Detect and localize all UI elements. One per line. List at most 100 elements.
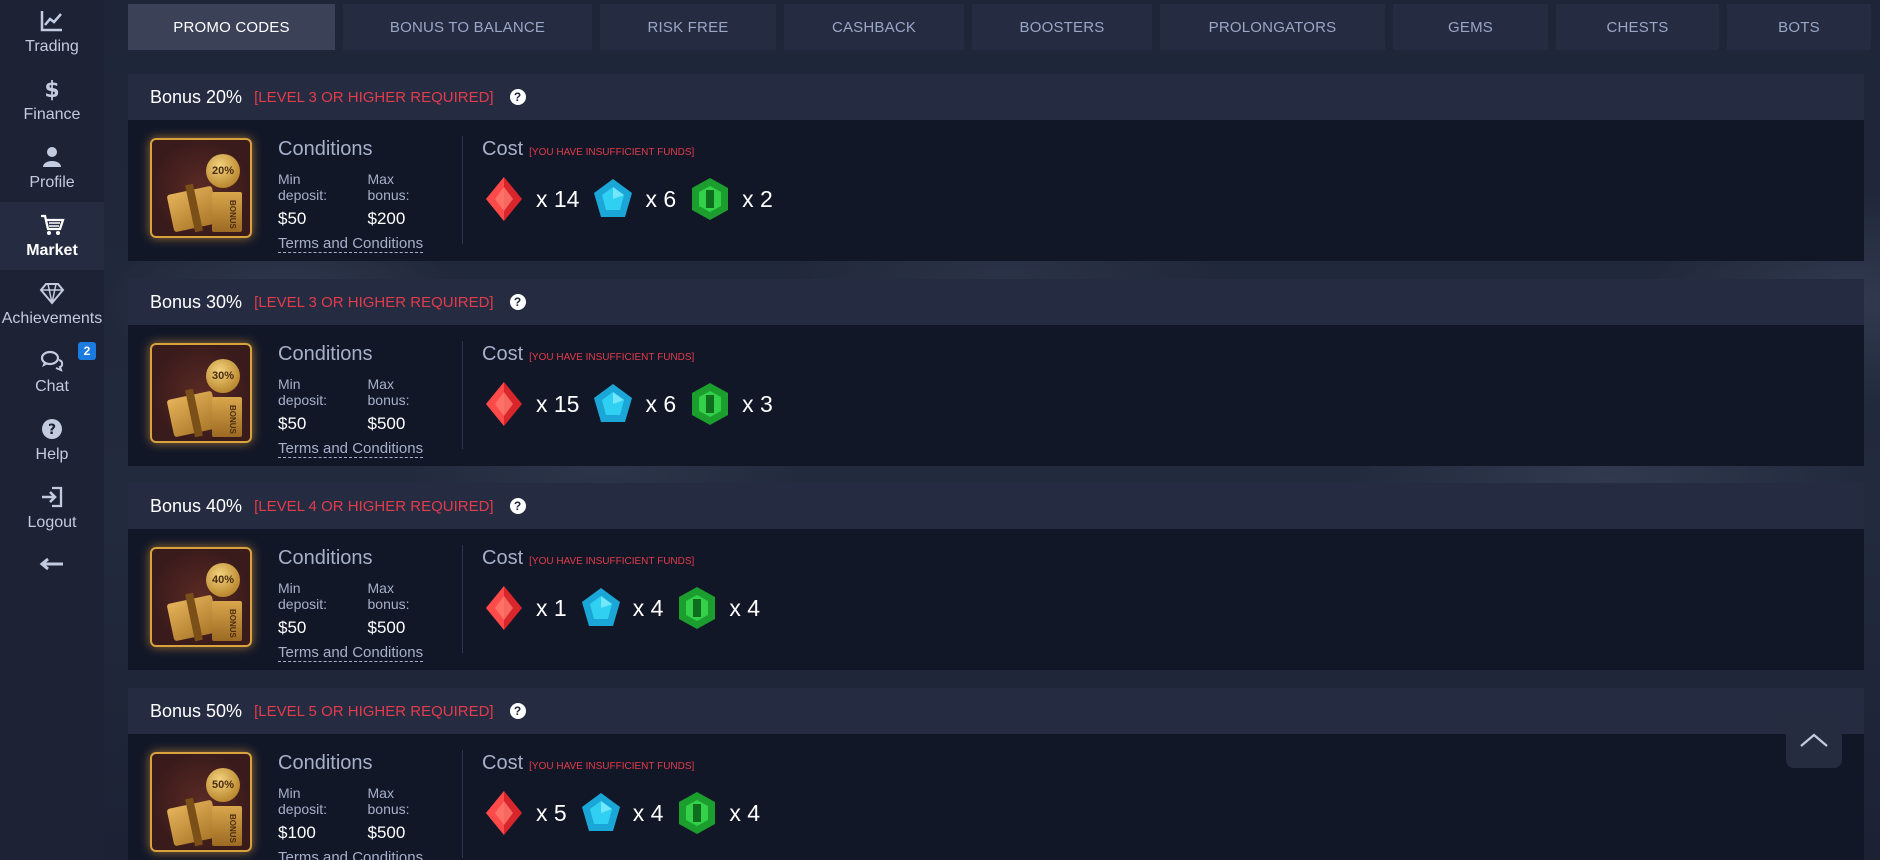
sidebar-item-label: Market bbox=[26, 242, 78, 259]
sidebar-item-help[interactable]: ? Help bbox=[0, 406, 104, 474]
cost-section: Cost [YOU HAVE INSUFFICIENT FUNDS] x 15 bbox=[482, 343, 785, 428]
max-bonus-label: Max bonus: bbox=[367, 171, 410, 203]
red-gem-cost: x 15 bbox=[482, 380, 579, 428]
bonus-gift-image[interactable]: BONUS 40% bbox=[150, 547, 252, 647]
level-requirement: [LEVEL 5 OR HIGHER REQUIRED] bbox=[254, 702, 494, 720]
help-icon: ? bbox=[42, 419, 62, 439]
bonus-box-text: BONUS bbox=[228, 814, 237, 843]
max-bonus-value: $200 bbox=[367, 209, 406, 228]
divider bbox=[462, 545, 463, 653]
bonus-gift-image[interactable]: BONUS 30% bbox=[150, 343, 252, 443]
cost-title: Cost bbox=[482, 343, 524, 365]
cost-title: Cost bbox=[482, 752, 524, 774]
terms-link[interactable]: Terms and Conditions bbox=[278, 440, 424, 458]
logout-icon bbox=[42, 486, 63, 508]
bonus-title: Bonus 40% bbox=[150, 495, 243, 516]
tab-cashback[interactable]: CASHBACK bbox=[784, 4, 964, 50]
tab-bots[interactable]: BOTS bbox=[1727, 4, 1871, 50]
conditions-section: Conditions Min deposit: $50 Max bonus: $… bbox=[278, 547, 438, 662]
bonus-card: Bonus 20% [LEVEL 3 OR HIGHER REQUIRED] ?… bbox=[128, 74, 1864, 261]
divider bbox=[462, 136, 463, 244]
tab-gems[interactable]: GEMS bbox=[1393, 4, 1548, 50]
red-gem-icon bbox=[486, 177, 522, 221]
sidebar-item-trading[interactable]: Trading bbox=[0, 0, 104, 66]
percent-coin: 50% bbox=[206, 768, 240, 802]
dollar-icon: $ bbox=[44, 78, 59, 102]
bonus-box-shape bbox=[212, 806, 242, 846]
tab-boosters[interactable]: BOOSTERS bbox=[972, 4, 1152, 50]
insufficient-funds-warning: [YOU HAVE INSUFFICIENT FUNDS] bbox=[529, 147, 695, 158]
arrow-left-icon bbox=[39, 557, 63, 571]
max-bonus-value: $500 bbox=[367, 618, 406, 637]
green-gem-icon bbox=[692, 383, 729, 425]
sidebar-item-profile[interactable]: Profile bbox=[0, 134, 104, 202]
diamond-icon bbox=[39, 283, 65, 305]
tab-prolongators[interactable]: PROLONGATORS bbox=[1160, 4, 1385, 50]
conditions-section: Conditions Min deposit: $50 Max bonus: $… bbox=[278, 138, 438, 253]
bonus-box-text: BONUS bbox=[228, 609, 237, 638]
red-gem-count: x 5 bbox=[536, 799, 567, 826]
sidebar-item-label: Logout bbox=[27, 514, 77, 531]
tab-promo-codes[interactable]: PROMO CODES bbox=[128, 4, 335, 50]
terms-link[interactable]: Terms and Conditions bbox=[278, 849, 423, 860]
tab-chests[interactable]: CHESTS bbox=[1556, 4, 1719, 50]
bonus-body: BONUS 40% Conditions Min deposit: $50 Ma… bbox=[128, 529, 1864, 670]
bonus-box-shape bbox=[212, 192, 242, 232]
tab-risk-free[interactable]: RISK FREE bbox=[600, 4, 776, 50]
min-deposit-value: $50 bbox=[278, 414, 307, 433]
red-gem-cost: x 14 bbox=[482, 175, 579, 223]
svg-text:$: $ bbox=[44, 78, 59, 102]
gem-cost-list: x 1 x 4 x 4 bbox=[482, 584, 772, 632]
tab-bonus-to-balance[interactable]: BONUS TO BALANCE bbox=[343, 4, 592, 50]
market-tabs: PROMO CODES BONUS TO BALANCE RISK FREE C… bbox=[128, 4, 1871, 50]
red-gem-cost: x 1 bbox=[482, 584, 567, 632]
level-requirement: [LEVEL 4 OR HIGHER REQUIRED] bbox=[254, 497, 494, 515]
blue-gem-cost: x 6 bbox=[591, 380, 676, 428]
scroll-to-top-button[interactable] bbox=[1786, 712, 1842, 768]
question-icon[interactable]: ? bbox=[509, 703, 526, 719]
blue-gem-count: x 4 bbox=[632, 799, 664, 826]
gem-cost-list: x 5 x 4 x 4 bbox=[482, 789, 772, 837]
blue-gem-icon bbox=[581, 588, 620, 626]
red-gem-cost: x 5 bbox=[482, 789, 567, 837]
sidebar-item-label: Profile bbox=[29, 174, 75, 191]
sidebar-item-logout[interactable]: Logout bbox=[0, 474, 104, 542]
blue-gem-cost: x 6 bbox=[591, 175, 676, 223]
bonus-header: Bonus 50% [LEVEL 5 OR HIGHER REQUIRED] ? bbox=[128, 688, 1864, 734]
conditions-title: Conditions bbox=[278, 343, 373, 365]
chevron-up-icon bbox=[1800, 733, 1828, 747]
sidebar: Trading $ Finance Profile Market Achieve… bbox=[0, 0, 104, 860]
sidebar-item-market[interactable]: Market bbox=[0, 202, 104, 270]
min-deposit-label: Min deposit: bbox=[278, 580, 328, 612]
level-requirement: [LEVEL 3 OR HIGHER REQUIRED] bbox=[254, 88, 494, 106]
user-icon bbox=[43, 147, 61, 167]
sidebar-item-label: Finance bbox=[23, 106, 81, 123]
green-gem-count: x 2 bbox=[742, 185, 773, 212]
bonus-gift-image[interactable]: BONUS 50% bbox=[150, 752, 252, 852]
question-icon[interactable]: ? bbox=[509, 498, 526, 514]
collapse-sidebar-button[interactable] bbox=[0, 542, 104, 586]
min-deposit-value: $50 bbox=[278, 209, 307, 228]
insufficient-funds-warning: [YOU HAVE INSUFFICIENT FUNDS] bbox=[529, 352, 695, 363]
cost-section: Cost [YOU HAVE INSUFFICIENT FUNDS] x 1 x… bbox=[482, 547, 772, 632]
conditions-section: Conditions Min deposit: $50 Max bonus: $… bbox=[278, 343, 438, 458]
divider bbox=[462, 750, 463, 858]
percent-coin: 20% bbox=[206, 154, 240, 188]
red-gem-icon bbox=[486, 586, 522, 630]
question-icon[interactable]: ? bbox=[509, 294, 526, 310]
question-icon[interactable]: ? bbox=[509, 89, 526, 105]
sidebar-item-chat[interactable]: Chat 2 bbox=[0, 338, 104, 406]
blue-gem-icon bbox=[594, 384, 633, 422]
terms-link[interactable]: Terms and Conditions bbox=[278, 644, 424, 662]
blue-gem-icon bbox=[594, 179, 633, 217]
terms-link[interactable]: Terms and Conditions bbox=[278, 235, 424, 253]
sidebar-item-label: Help bbox=[35, 446, 69, 463]
bonus-title: Bonus 20% bbox=[150, 86, 243, 107]
min-deposit-value: $100 bbox=[278, 823, 316, 842]
sidebar-item-finance[interactable]: $ Finance bbox=[0, 66, 104, 134]
sidebar-item-achievements[interactable]: Achievements bbox=[0, 270, 104, 338]
bonus-box-shape bbox=[212, 397, 242, 437]
gem-cost-list: x 14 x 6 x 2 bbox=[482, 175, 785, 223]
bonus-gift-image[interactable]: BONUS 20% bbox=[150, 138, 252, 238]
bonus-body: BONUS 20% Conditions Min deposit: $50 Ma… bbox=[128, 120, 1864, 261]
